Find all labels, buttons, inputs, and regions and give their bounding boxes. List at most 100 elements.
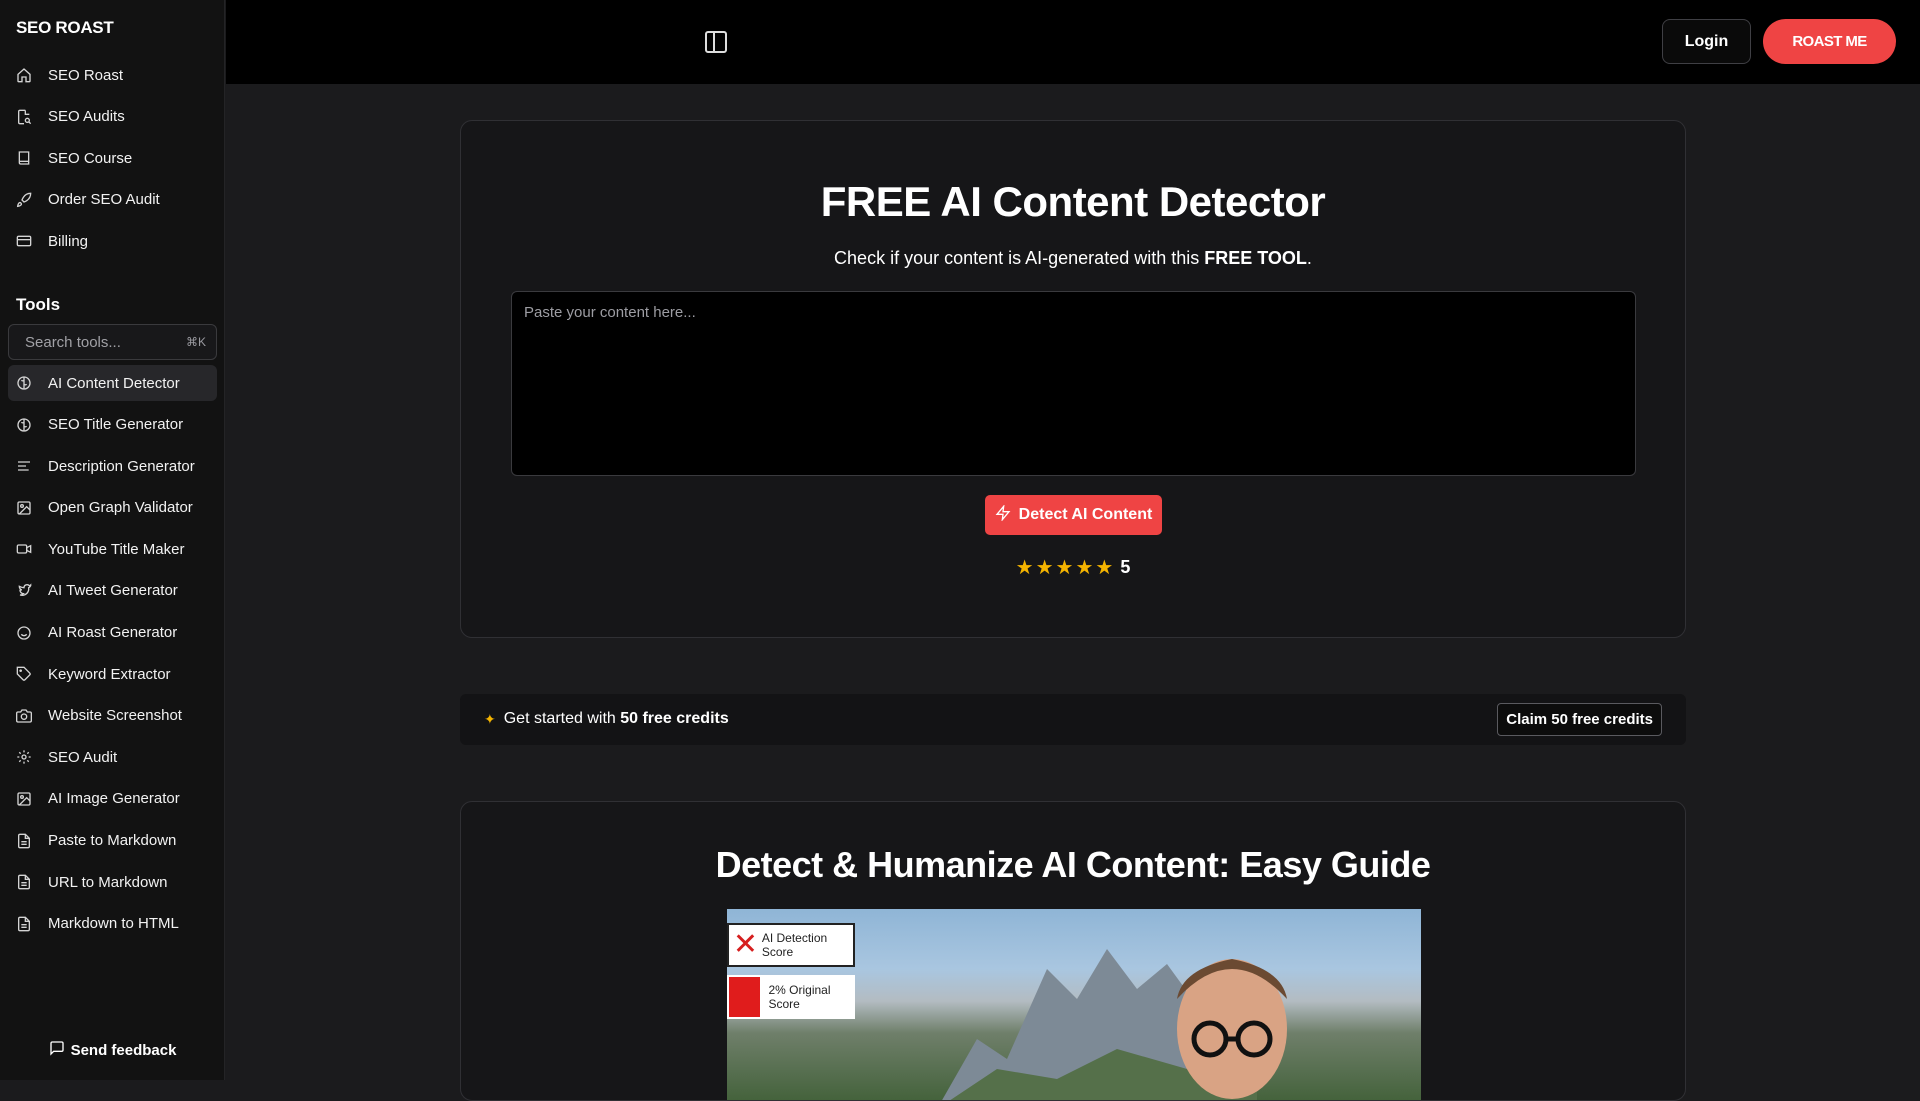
login-button[interactable]: Login <box>1662 19 1751 64</box>
tools-heading: Tools <box>16 295 61 314</box>
tool-item-label: Website Screenshot <box>48 707 182 725</box>
original-score-badge: 2% Original Score <box>727 975 855 1019</box>
twitter-icon <box>16 583 32 599</box>
tool-item-label: SEO Audit <box>48 748 118 766</box>
content-textarea[interactable] <box>511 291 1636 476</box>
main-nav: SEO Roast SEO Audits SEO Course Order SE… <box>8 57 217 265</box>
file-search-icon <box>16 109 32 125</box>
guide-card: Detect & Humanize AI Content: Easy Guide… <box>460 801 1686 1101</box>
tag-icon <box>16 666 32 682</box>
sparkle-icon: ✦ <box>484 710 496 727</box>
tool-item-label: AI Tweet Generator <box>48 582 178 600</box>
tool-item-label: Description Generator <box>48 457 195 475</box>
credits-prefix: Get started with <box>503 710 621 727</box>
brand-logo[interactable]: SEO ROAST <box>16 18 114 38</box>
subtitle-bold: FREE TOOL <box>1204 248 1307 268</box>
x-icon: ✕ <box>732 928 758 961</box>
presenter-image <box>1177 959 1287 1099</box>
file-text-icon <box>16 916 32 932</box>
tool-item-ai-tweet-generator[interactable]: AI Tweet Generator <box>8 573 217 609</box>
top-bar: Login ROAST ME <box>226 0 1920 84</box>
tool-item-label: Keyword Extractor <box>48 665 171 683</box>
roast-me-button[interactable]: ROAST ME <box>1763 19 1896 64</box>
tool-item-description-generator[interactable]: Description Generator <box>8 448 217 484</box>
nav-item-label: SEO Course <box>48 149 133 167</box>
tool-item-youtube-title-maker[interactable]: YouTube Title Maker <box>8 531 217 567</box>
nav-item-seo-roast[interactable]: SEO Roast <box>8 57 217 93</box>
tool-item-label: URL to Markdown <box>48 873 168 891</box>
video-thumbnail[interactable]: ✕ AI Detection Score 2% Original Score <box>727 909 1421 1100</box>
rating-value: 5 <box>1120 557 1131 577</box>
tool-item-label: SEO Title Generator <box>48 416 184 434</box>
book-icon <box>16 150 32 166</box>
credit-card-icon <box>16 233 32 249</box>
tool-item-ai-content-detector[interactable]: AI Content Detector <box>8 365 217 401</box>
tool-item-ai-roast-generator[interactable]: AI Roast Generator <box>8 615 217 651</box>
nav-item-seo-audits[interactable]: SEO Audits <box>8 99 217 135</box>
nav-item-order-seo-audit[interactable]: Order SEO Audit <box>8 182 217 218</box>
tool-item-url-to-markdown[interactable]: URL to Markdown <box>8 864 217 900</box>
gear-icon <box>16 749 32 765</box>
shortcut-hint: ⌘K <box>185 335 206 349</box>
nav-item-label: Billing <box>48 232 89 250</box>
sidebar-toggle-icon[interactable] <box>705 31 727 53</box>
page-title: FREE AI Content Detector <box>820 178 1326 225</box>
nav-item-seo-course[interactable]: SEO Course <box>8 140 217 176</box>
home-icon <box>16 67 32 83</box>
tool-item-website-screenshot[interactable]: Website Screenshot <box>8 698 217 734</box>
credits-text: ✦ Get started with 50 free credits <box>484 710 729 728</box>
credits-bold: 50 free credits <box>620 710 729 727</box>
file-text-icon <box>16 874 32 890</box>
image-icon <box>16 500 32 516</box>
tool-item-ai-image-generator[interactable]: AI Image Generator <box>8 781 217 817</box>
star-icon: ★ <box>1015 556 1034 579</box>
tool-item-label: Paste to Markdown <box>48 832 177 850</box>
camera-icon <box>16 708 32 724</box>
detect-button-label: Detect AI Content <box>1018 506 1153 523</box>
tool-item-seo-title-generator[interactable]: SEO Title Generator <box>8 407 217 443</box>
tool-item-seo-audit[interactable]: SEO Audit <box>8 739 217 775</box>
star-icon: ★ <box>1075 556 1094 579</box>
brain-icon <box>16 375 32 391</box>
brain-icon <box>16 417 32 433</box>
sidebar: SEO ROAST SEO Roast SEO Audits SEO Cours… <box>0 0 225 1080</box>
star-icon: ★ <box>1035 556 1054 579</box>
feedback-label: Send feedback <box>70 1041 177 1059</box>
credits-banner: ✦ Get started with 50 free credits Claim… <box>460 694 1686 745</box>
tool-item-markdown-to-html[interactable]: Markdown to HTML <box>8 906 217 942</box>
rocket-icon <box>16 192 32 208</box>
nav-item-label: SEO Roast <box>48 66 124 84</box>
tool-item-label: AI Image Generator <box>48 790 180 808</box>
subtitle-suffix: . <box>1306 248 1312 268</box>
tool-item-label: Open Graph Validator <box>48 499 193 517</box>
rating: ★ ★ ★ ★ ★ 5 <box>461 557 1685 578</box>
nav-item-label: SEO Audits <box>48 108 125 126</box>
claim-credits-button[interactable]: Claim 50 free credits <box>1497 703 1662 736</box>
page-subtitle: Check if your content is AI-generated wi… <box>461 248 1685 269</box>
tool-item-keyword-extractor[interactable]: Keyword Extractor <box>8 656 217 692</box>
tool-item-label: AI Content Detector <box>48 374 180 392</box>
ai-detection-badge: ✕ AI Detection Score <box>727 923 855 967</box>
search-input[interactable] <box>25 333 165 351</box>
send-feedback-button[interactable]: Send feedback <box>0 1040 225 1060</box>
subtitle-text: Check if your content is AI-generated wi… <box>834 248 1205 268</box>
nav-item-billing[interactable]: Billing <box>8 223 217 259</box>
video-icon <box>16 541 32 557</box>
badge-text: AI Detection Score <box>761 930 828 959</box>
badge-text: 2% Original Score <box>768 982 831 1011</box>
guide-title: Detect & Humanize AI Content: Easy Guide <box>715 844 1431 885</box>
tools-list: AI Content Detector SEO Title Generator … <box>8 365 217 947</box>
file-text-icon <box>16 833 32 849</box>
tool-item-open-graph-validator[interactable]: Open Graph Validator <box>8 490 217 526</box>
tool-item-label: Markdown to HTML <box>48 915 179 933</box>
star-icon: ★ <box>1095 556 1114 579</box>
tool-item-paste-to-markdown[interactable]: Paste to Markdown <box>8 823 217 859</box>
tools-search[interactable]: ⌘K <box>8 324 217 360</box>
detector-card: FREE AI Content Detector Check if your c… <box>460 120 1686 638</box>
red-square-icon <box>729 977 761 1017</box>
tool-item-label: YouTube Title Maker <box>48 540 185 558</box>
smile-icon <box>16 625 32 641</box>
align-left-icon <box>16 458 32 474</box>
nav-item-label: Order SEO Audit <box>48 191 160 209</box>
detect-ai-content-button[interactable]: Detect AI Content <box>985 495 1162 535</box>
